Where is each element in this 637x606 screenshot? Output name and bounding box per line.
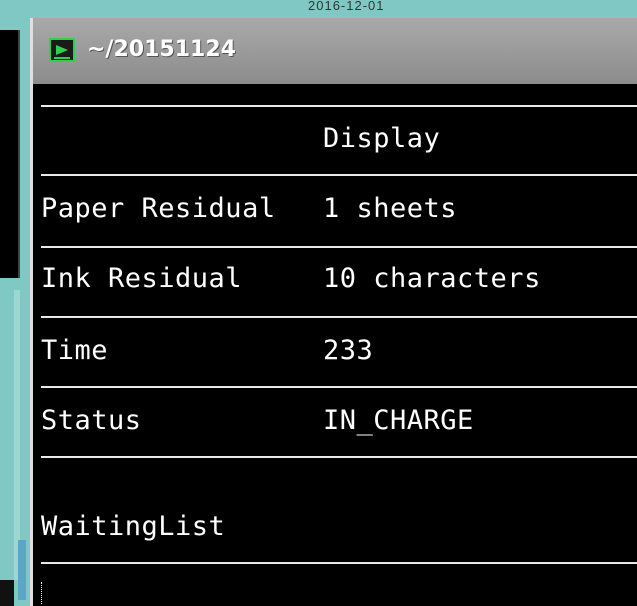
window-title: ~/20151124 — [87, 37, 236, 62]
row-label-time: Time — [41, 335, 109, 366]
terminal-window[interactable]: ~/20151124 Display Paper Residual 1 shee… — [30, 18, 637, 606]
background-window-edge — [14, 290, 20, 580]
title-bar[interactable]: ~/20151124 — [33, 18, 637, 85]
background-taskbar-strip — [18, 540, 26, 600]
separator-line — [41, 456, 637, 458]
row-value-ink-residual: 10 characters — [323, 263, 541, 294]
row-label-paper-residual: Paper Residual — [41, 193, 276, 224]
row-label-ink-residual: Ink Residual — [41, 263, 243, 294]
separator-line — [41, 246, 637, 248]
background-window-bottom — [0, 580, 14, 606]
text-cursor — [41, 582, 43, 604]
waiting-list-label: WaitingList — [41, 511, 226, 542]
separator-line — [41, 386, 637, 388]
terminal-icon — [49, 38, 75, 62]
column-header-display: Display — [323, 123, 441, 154]
background-date-label: 2016-12-01 — [308, 0, 385, 13]
row-label-status: Status — [41, 405, 142, 436]
terminal-content[interactable]: Display Paper Residual 1 sheets Ink Resi… — [33, 84, 637, 606]
separator-line — [41, 316, 637, 318]
background-window — [0, 30, 20, 278]
separator-line — [41, 174, 637, 176]
separator-line — [41, 562, 637, 564]
row-value-paper-residual: 1 sheets — [323, 193, 458, 224]
row-value-status: IN_CHARGE — [323, 405, 474, 436]
separator-line — [41, 105, 637, 107]
row-value-time: 233 — [323, 335, 374, 366]
